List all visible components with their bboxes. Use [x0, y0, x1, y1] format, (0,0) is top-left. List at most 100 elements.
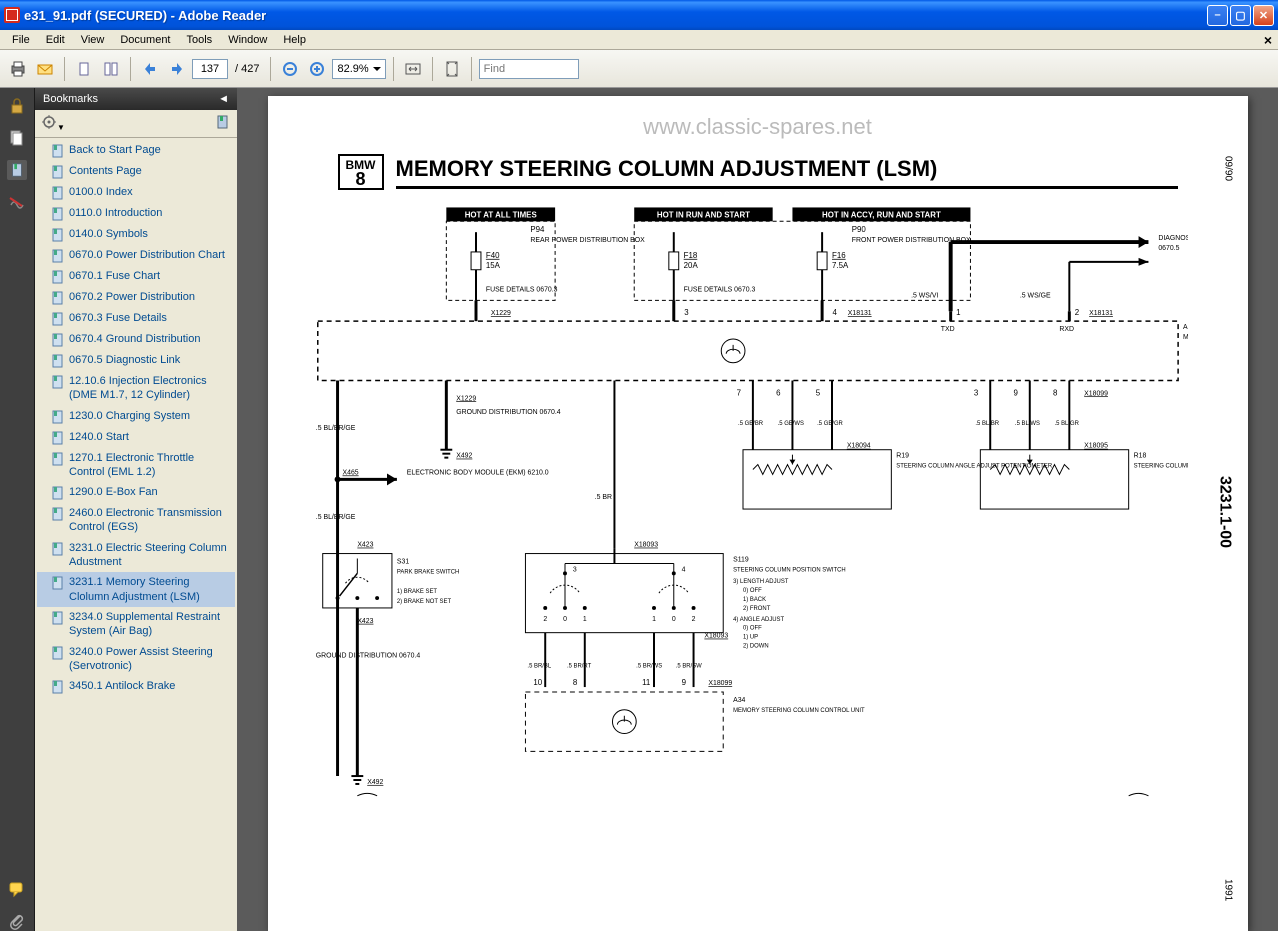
bookmark-icon — [51, 165, 65, 179]
svg-text:1: 1 — [652, 616, 656, 623]
find-input[interactable] — [479, 59, 579, 79]
bookmark-item[interactable]: 3231.0 Electric Steering Column Adustmen… — [37, 538, 235, 573]
fit-page-button[interactable] — [440, 57, 464, 81]
bookmark-item[interactable]: 3240.0 Power Assist Steering (Servotroni… — [37, 642, 235, 677]
svg-text:.5 BR/WS: .5 BR/WS — [636, 663, 662, 669]
attachments-icon[interactable] — [7, 911, 27, 931]
bookmark-item[interactable]: 0670.1 Fuse Chart — [37, 266, 235, 287]
bookmark-item[interactable]: 0670.0 Power Distribution Chart — [37, 245, 235, 266]
svg-text:1: 1 — [582, 616, 586, 623]
document-viewport[interactable]: www.classic-spares.net BMW 8 MEMORY STEE… — [237, 88, 1278, 931]
bookmark-item[interactable]: 0670.5 Diagnostic Link — [37, 350, 235, 371]
bookmark-item[interactable]: 1240.0 Start — [37, 427, 235, 448]
next-page-button[interactable] — [165, 57, 189, 81]
bookmark-icon — [51, 576, 65, 590]
svg-text:X1229: X1229 — [456, 395, 476, 402]
bookmark-item[interactable]: 0110.0 Introduction — [37, 203, 235, 224]
menu-edit[interactable]: Edit — [38, 32, 73, 48]
svg-text:4: 4 — [832, 308, 837, 317]
svg-text:15A: 15A — [485, 261, 500, 270]
minimize-button[interactable]: – — [1207, 5, 1228, 26]
svg-text:P90: P90 — [851, 225, 866, 234]
bookmark-item[interactable]: 1230.0 Charging System — [37, 406, 235, 427]
menu-help[interactable]: Help — [275, 32, 314, 48]
bookmark-item[interactable]: 1270.1 Electronic Throttle Control (EML … — [37, 448, 235, 483]
comments-icon[interactable] — [7, 879, 27, 899]
bookmarks-list[interactable]: Back to Start Page Contents Page 0100.0 In… — [35, 138, 237, 931]
bookmark-icon — [51, 333, 65, 347]
bookmarks-options-icon[interactable]: ▼ — [41, 114, 65, 133]
bookmark-item[interactable]: 3450.1 Antilock Brake — [37, 676, 235, 697]
pages-panel-icon[interactable] — [7, 128, 27, 148]
bookmark-label: 3240.0 Power Assist Steering (Servotroni… — [69, 645, 229, 674]
security-icon[interactable] — [7, 96, 27, 116]
svg-text:X492: X492 — [456, 453, 472, 460]
bookmark-label: 3231.0 Electric Steering Column Adustmen… — [69, 541, 229, 570]
bookmark-item[interactable]: 12.10.6 Injection Electronics (DME M1.7,… — [37, 371, 235, 406]
bookmark-label: 0670.0 Power Distribution Chart — [69, 248, 225, 262]
svg-text:PARK BRAKE SWITCH: PARK BRAKE SWITCH — [396, 569, 458, 575]
bookmark-item[interactable]: Contents Page — [37, 161, 235, 182]
svg-text:0: 0 — [671, 616, 675, 623]
svg-text:X492: X492 — [367, 779, 383, 786]
bookmark-item[interactable]: 0670.3 Fuse Details — [37, 308, 235, 329]
svg-text:X1229: X1229 — [490, 310, 510, 317]
bookmark-item[interactable]: 0140.0 Symbols — [37, 224, 235, 245]
prev-page-button[interactable] — [138, 57, 162, 81]
bookmark-icon — [51, 207, 65, 221]
bookmark-item[interactable]: 3231.1 Memory Steering Clolumn Adjustmen… — [37, 572, 235, 607]
page-total-label: / 427 — [231, 63, 263, 75]
print-button[interactable] — [6, 57, 30, 81]
maximize-button[interactable]: ▢ — [1230, 5, 1251, 26]
bookmark-icon — [51, 312, 65, 326]
svg-text:1) BRAKE SET: 1) BRAKE SET — [396, 589, 437, 595]
close-document-button[interactable]: × — [1264, 32, 1272, 48]
svg-text:.5 BL/BR/GE: .5 BL/BR/GE — [315, 425, 355, 432]
zoom-out-button[interactable] — [278, 57, 302, 81]
continuous-page-button[interactable] — [99, 57, 123, 81]
bookmark-icon — [51, 431, 65, 445]
svg-text:9: 9 — [681, 678, 686, 687]
svg-text:.5 WS/VI: .5 WS/VI — [911, 292, 938, 299]
bookmark-label: Contents Page — [69, 164, 142, 178]
bookmark-item[interactable]: 0100.0 Index — [37, 182, 235, 203]
svg-text:F40: F40 — [485, 251, 499, 260]
svg-text:X465: X465 — [342, 469, 358, 476]
svg-text:RXD: RXD — [1059, 326, 1074, 333]
svg-text:HOT IN ACCY, RUN AND START: HOT IN ACCY, RUN AND START — [822, 210, 941, 219]
svg-text:P94: P94 — [530, 225, 545, 234]
menu-window[interactable]: Window — [220, 32, 275, 48]
svg-text:0670.5: 0670.5 — [1158, 245, 1179, 252]
svg-text:.5 BR/RT: .5 BR/RT — [566, 663, 591, 669]
bookmark-icon — [51, 144, 65, 158]
menu-tools[interactable]: Tools — [179, 32, 221, 48]
svg-text:20A: 20A — [683, 261, 698, 270]
bookmark-item[interactable]: 2460.0 Electronic Transmission Control (… — [37, 503, 235, 538]
zoom-in-button[interactable] — [305, 57, 329, 81]
menu-document[interactable]: Document — [112, 32, 178, 48]
svg-text:MEMORY STEERING COLUMN CONTROL: MEMORY STEERING COLUMN CONTROL UNIT — [733, 708, 865, 714]
bookmark-label: 0670.2 Power Distribution — [69, 290, 195, 304]
bookmarks-panel-icon[interactable] — [7, 160, 27, 180]
svg-text:7: 7 — [736, 388, 740, 397]
close-button[interactable]: ✕ — [1253, 5, 1274, 26]
new-bookmark-icon[interactable] — [215, 114, 231, 133]
fit-width-button[interactable] — [401, 57, 425, 81]
single-page-button[interactable] — [72, 57, 96, 81]
bookmark-item[interactable]: 3234.0 Supplemental Restraint System (Ai… — [37, 607, 235, 642]
zoom-level-dropdown[interactable]: 82.9% — [332, 59, 385, 79]
bookmark-item[interactable]: 0670.2 Power Distribution — [37, 287, 235, 308]
svg-text:.5 BL/WS: .5 BL/WS — [1014, 421, 1039, 427]
bookmark-item[interactable]: 0670.4 Ground Distribution — [37, 329, 235, 350]
email-button[interactable] — [33, 57, 57, 81]
menu-view[interactable]: View — [73, 32, 113, 48]
bookmark-item[interactable]: Back to Start Page — [37, 140, 235, 161]
collapse-panel-icon[interactable]: ◄ — [218, 93, 229, 105]
svg-text:.5 BR/SW: .5 BR/SW — [675, 663, 701, 669]
menu-file[interactable]: File — [4, 32, 38, 48]
svg-text:3: 3 — [572, 566, 576, 573]
signatures-panel-icon[interactable] — [7, 192, 27, 212]
bookmark-item[interactable]: 1290.0 E-Box Fan — [37, 482, 235, 503]
svg-text:5: 5 — [815, 388, 820, 397]
page-number-input[interactable] — [192, 59, 228, 79]
